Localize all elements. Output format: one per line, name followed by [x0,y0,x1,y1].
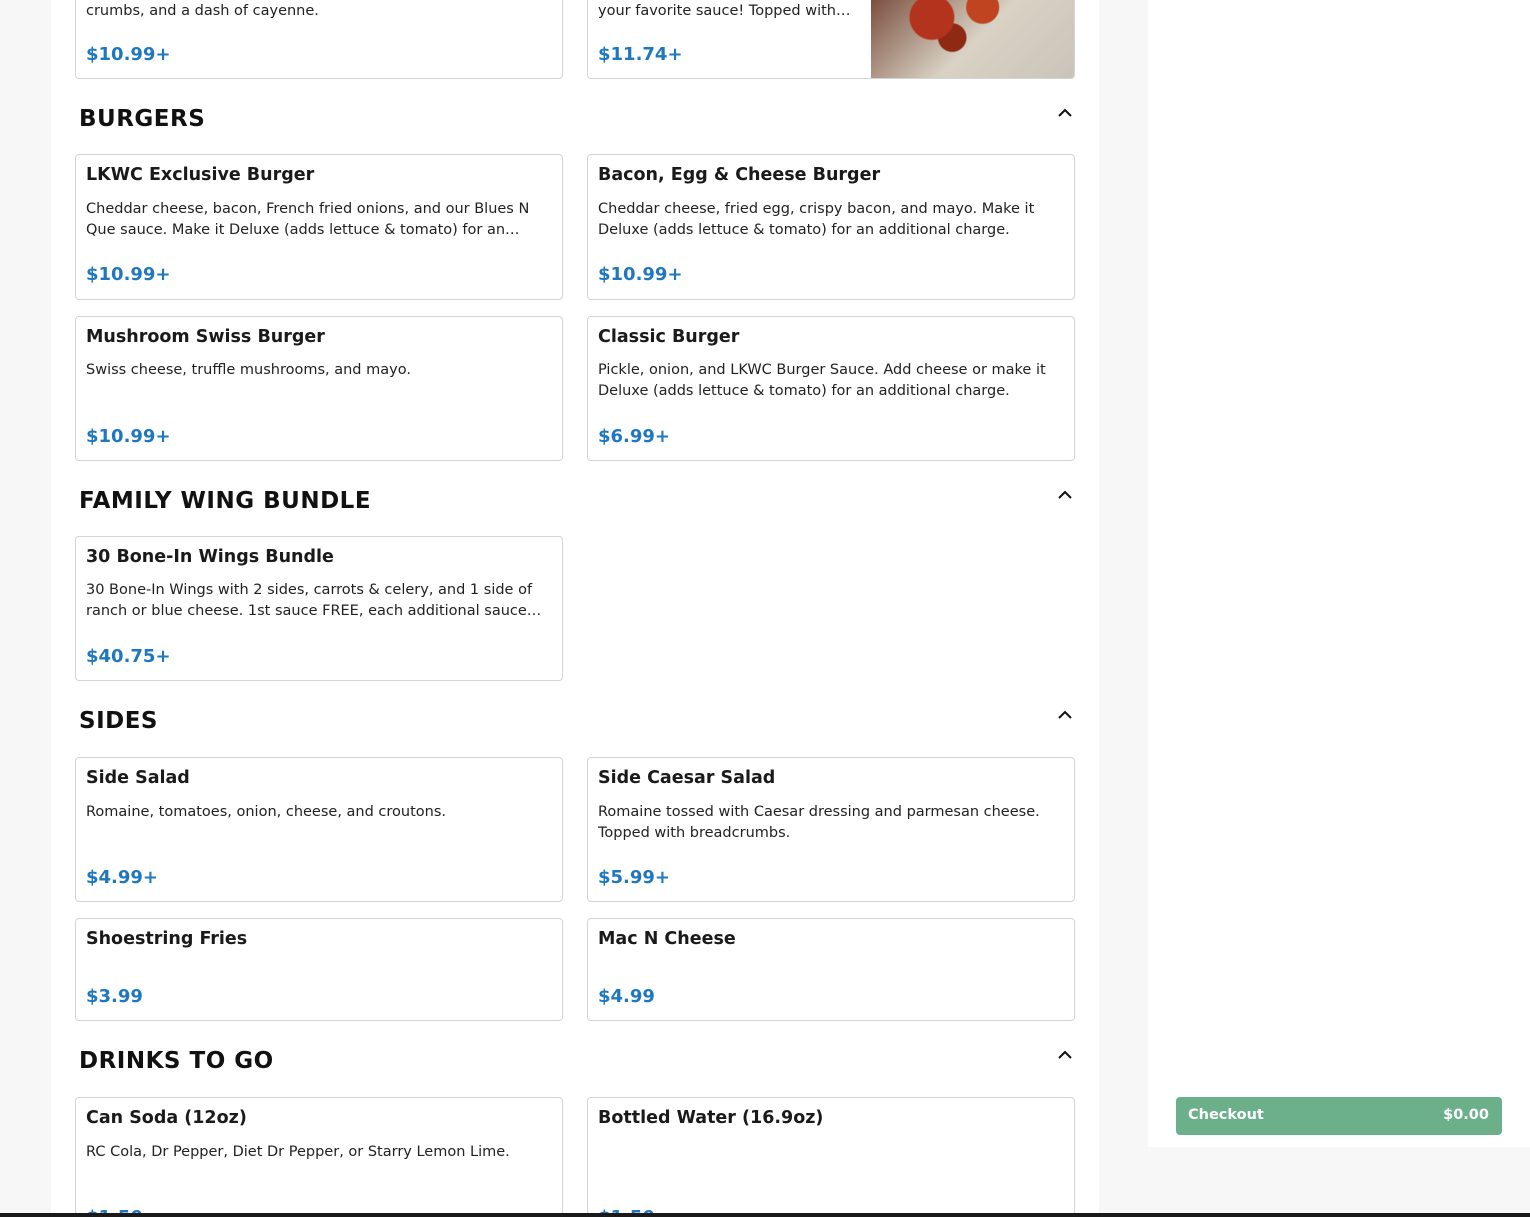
item-name: LKWC Exclusive Burger [86,165,315,185]
cart-sidebar [1148,0,1530,1147]
chevron-up-icon[interactable] [1057,489,1073,501]
item-description: RC Cola, Dr Pepper, Diet Dr Pepper, or S… [86,1144,510,1160]
menu-item-card[interactable]: Shoestring Fries $3.99 [75,918,563,1021]
menu-item-card[interactable]: Classic Burger Pickle, onion, and LKWC B… [587,316,1075,461]
item-name: Mac N Cheese [598,929,736,949]
item-name: Mushroom Swiss Burger [86,327,325,347]
item-price: $3.99 [86,986,143,1007]
menu-item-card[interactable]: your favorite sauce! Topped with… $11.74… [587,0,1075,79]
item-name: Side Caesar Salad [598,768,776,788]
menu-item-card[interactable]: Mac N Cheese $4.99 [587,918,1075,1021]
item-name: 30 Bone-In Wings Bundle [86,547,334,567]
item-price: $40.75+ [86,646,171,667]
item-name: Side Salad [86,768,190,788]
menu-item-card[interactable]: crumbs, and a dash of cayenne. $10.99+ [75,0,563,79]
boneless-wings-photo [871,0,1074,78]
menu-item-card[interactable]: Side Salad Romaine, tomatoes, onion, che… [75,757,563,902]
item-name: Bottled Water (16.9oz) [598,1108,824,1128]
section-title-sides: SIDES [79,708,158,734]
checkout-total: $0.00 [1443,1107,1489,1123]
item-name: Can Soda (12oz) [86,1108,247,1128]
menu-item-card[interactable]: 30 Bone-In Wings Bundle 30 Bone-In Wings… [75,536,563,681]
section-title-drinks-to-go: DRINKS TO GO [79,1048,274,1074]
checkout-button[interactable]: Checkout $0.00 [1176,1097,1502,1135]
item-description: your favorite sauce! Topped with… [598,3,851,19]
menu-item-card[interactable]: Mushroom Swiss Burger Swiss cheese, truf… [75,316,563,461]
section-title-burgers: BURGERS [79,106,206,132]
section-title-family-wing-bundle: FAMILY WING BUNDLE [79,488,372,514]
item-description: Romaine, tomatoes, onion, cheese, and cr… [86,804,447,820]
item-price: $4.99+ [86,867,159,888]
menu-item-card[interactable]: Side Caesar Salad Romaine tossed with Ca… [587,757,1075,902]
chevron-up-icon[interactable] [1057,709,1073,721]
chevron-up-icon[interactable] [1057,107,1073,119]
menu-item-card[interactable]: Can Soda (12oz) RC Cola, Dr Pepper, Diet… [75,1097,563,1217]
item-price: $4.99 [598,986,655,1007]
bottom-border [0,1213,1530,1217]
item-price: $10.99+ [86,264,171,285]
item-name: Classic Burger [598,327,740,347]
chevron-up-icon[interactable] [1057,1049,1073,1061]
item-price: $10.99+ [86,426,171,447]
menu-item-card[interactable]: LKWC Exclusive Burger Cheddar cheese, ba… [75,154,563,300]
item-name: Bacon, Egg & Cheese Burger [598,165,881,185]
checkout-label: Checkout [1188,1107,1264,1123]
item-description: 30 Bone-In Wings with 2 sides, carrots &… [86,582,542,619]
item-description: Cheddar cheese, fried egg, crispy bacon,… [598,201,1035,238]
item-price: $11.74+ [598,44,683,65]
item-price: $10.99+ [598,264,683,285]
item-description: Cheddar cheese, bacon, French fried onio… [86,201,530,238]
item-description: Pickle, onion, and LKWC Burger Sauce. Ad… [598,362,1046,399]
menu-item-card[interactable]: Bottled Water (16.9oz) $1.50 [587,1097,1075,1217]
item-price: $6.99+ [598,426,671,447]
menu-item-card[interactable]: Bacon, Egg & Cheese Burger Cheddar chees… [587,154,1075,300]
item-description: Romaine tossed with Caesar dressing and … [598,804,1040,841]
item-description: Swiss cheese, truffle mushrooms, and may… [86,362,411,378]
item-name: Shoestring Fries [86,929,248,949]
item-price: $10.99+ [86,44,171,65]
item-price: $5.99+ [598,867,671,888]
item-description: crumbs, and a dash of cayenne. [86,3,319,19]
